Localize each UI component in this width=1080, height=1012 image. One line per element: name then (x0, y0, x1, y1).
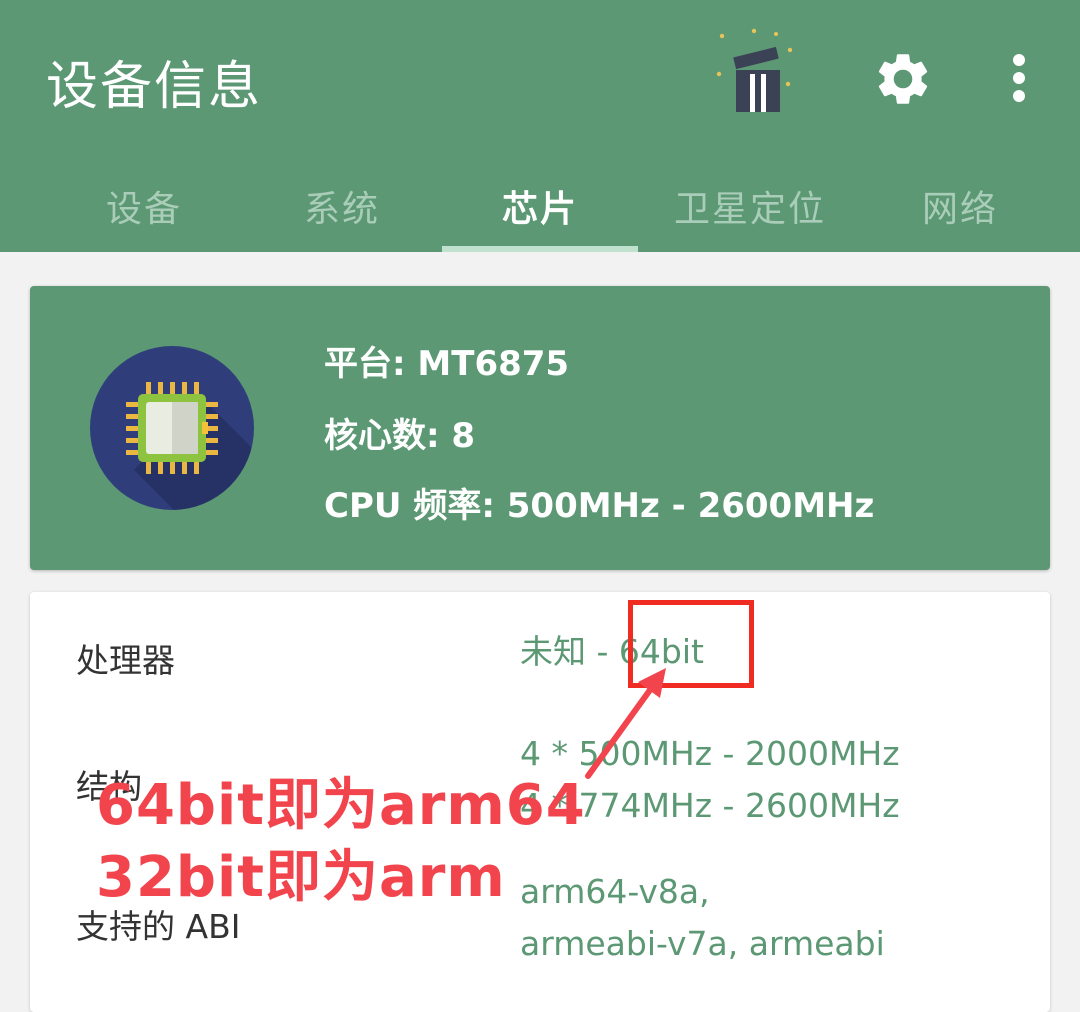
tab-chip[interactable]: 芯片 (442, 180, 638, 240)
ad-clapper-icon[interactable] (716, 28, 794, 114)
core-count-text: 核心数: 8 (324, 416, 476, 456)
gear-icon[interactable] (872, 48, 934, 110)
chip-summary-card: 平台: MT6875 核心数: 8 CPU 频率: 500MHz - 2600M… (30, 286, 1050, 570)
tab-network[interactable]: 网络 (862, 180, 1058, 240)
more-vert-icon[interactable] (1004, 50, 1034, 110)
annotation-64bit: 64bit即为arm64 (96, 773, 586, 838)
annotation-32bit: 32bit即为arm (96, 845, 506, 910)
tab-system[interactable]: 系统 (244, 180, 440, 240)
processor-label: 处理器 (76, 641, 175, 680)
tab-device[interactable]: 设备 (46, 180, 242, 240)
tab-gnss[interactable]: 卫星定位 (640, 180, 860, 240)
page-title: 设备信息 (46, 57, 263, 117)
cpu-frequency-text: CPU 频率: 500MHz - 2600MHz (324, 486, 875, 526)
highlight-box (628, 600, 754, 688)
abi-value-1: arm64-v8a, (520, 872, 710, 911)
platform-text: 平台: MT6875 (324, 344, 570, 384)
cpu-chip-icon (90, 346, 254, 510)
abi-value-2: armeabi-v7a, armeabi (520, 924, 885, 963)
tab-bar: 设备 系统 芯片 卫星定位 网络 (0, 168, 1080, 252)
tab-indicator (442, 246, 638, 252)
